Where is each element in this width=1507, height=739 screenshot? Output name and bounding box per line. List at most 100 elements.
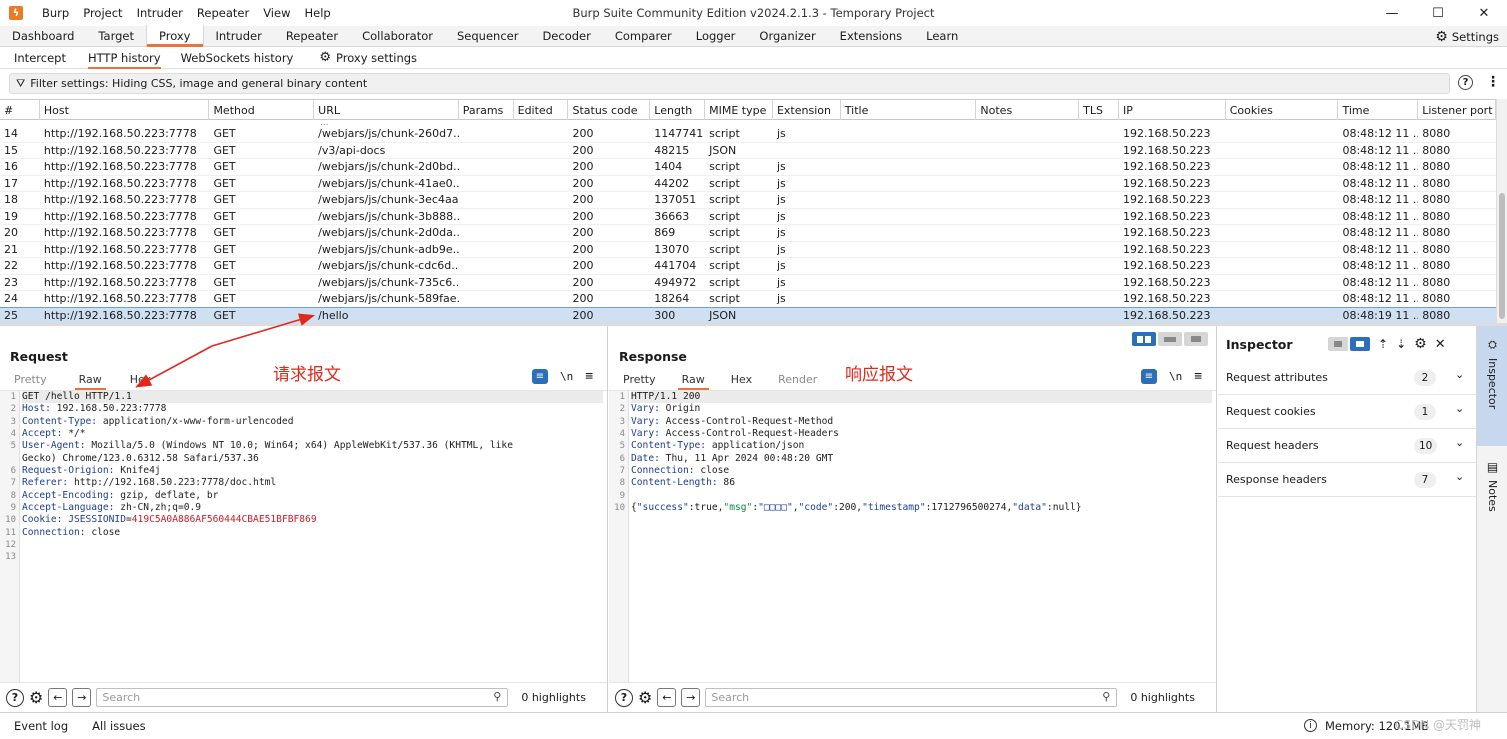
menu-view[interactable]: View [256, 6, 297, 20]
table-row[interactable]: 22 http://192.168.50.223:7778 GET/webjars/… [0, 258, 1496, 275]
response-tab-raw[interactable]: Raw [674, 370, 713, 390]
tab-collaborator[interactable]: Collaborator [350, 25, 445, 46]
inspector-request-headers[interactable]: Request headers 10 ⌄ [1218, 429, 1476, 463]
request-tab-pretty[interactable]: Pretty [6, 370, 55, 388]
settings-button[interactable]: ⚙ Settings [1435, 29, 1499, 45]
gear-icon[interactable]: ⚙ [1414, 336, 1427, 352]
event-log-button[interactable]: Event log [14, 719, 68, 733]
column-header[interactable]: Length [650, 100, 706, 120]
table-row[interactable]: 21 http://192.168.50.223:7778 GET/webjars/… [0, 242, 1496, 258]
request-tab-raw[interactable]: Raw [71, 370, 110, 390]
inspector-layout-icon[interactable] [1328, 337, 1348, 351]
table-row[interactable]: 23 http://192.168.50.223:7778 GET/webjars/… [0, 275, 1496, 291]
table-row[interactable]: 25 http://192.168.50.223:7778 GET/hello 200… [0, 306, 1496, 323]
chevron-down-icon[interactable]: ⌄ [1455, 436, 1464, 449]
forward-arrow-icon[interactable]: → [72, 688, 92, 707]
more-options-icon[interactable]: ⋮ [1486, 74, 1500, 90]
tab-decoder[interactable]: Decoder [530, 25, 602, 46]
forward-arrow-icon[interactable]: → [681, 688, 701, 707]
table-row[interactable]: 16 http://192.168.50.223:7778 GET/webjars/… [0, 159, 1496, 176]
tab-websockets-history[interactable]: WebSockets history [173, 47, 302, 69]
table-scrollbar[interactable] [1496, 99, 1507, 323]
back-arrow-icon[interactable]: ← [657, 688, 677, 707]
response-tab-render[interactable]: Render [770, 370, 825, 388]
search-input[interactable]: Search ⚲ [96, 688, 509, 707]
response-raw-text[interactable]: HTTP/1.1 200 Vary: Origin Vary: Access-Con… [631, 391, 1212, 514]
column-header[interactable]: Extension [773, 100, 841, 120]
tab-intruder[interactable]: Intruder [204, 25, 274, 46]
filter-bar[interactable]: ⛛ Filter settings: Hiding CSS, image and… [9, 73, 1450, 94]
sidebar-tab-notes[interactable]: ▤ Notes [1477, 454, 1507, 534]
sidebar-tab-inspector[interactable]: ⛭ Inspector [1477, 326, 1507, 446]
table-row[interactable]: 24 http://192.168.50.223:7778 GET/webjars/… [0, 291, 1496, 308]
search-input[interactable]: Search ⚲ [705, 688, 1118, 707]
column-header[interactable]: Edited [514, 100, 569, 120]
help-icon[interactable]: ? [615, 688, 633, 707]
newline-toggle-icon[interactable]: \n [1169, 370, 1182, 383]
close-icon[interactable]: ✕ [1435, 337, 1446, 352]
tab-dashboard[interactable]: Dashboard [0, 25, 86, 46]
table-row[interactable]: 18 http://192.168.50.223:7778 GET/webjars/… [0, 192, 1496, 209]
hamburger-menu-icon[interactable]: ≡ [1194, 369, 1202, 384]
request-editor[interactable]: 1 2 3 4 5 6 7 8 9 10 11 12 13 GET /hello HTTP/1.1 Hos… [0, 390, 607, 682]
table-row[interactable]: 19 http://192.168.50.223:7778 GET/webjars/… [0, 209, 1496, 225]
response-tab-pretty[interactable]: Pretty [615, 370, 664, 388]
scrollbar-thumb[interactable] [1499, 193, 1505, 319]
column-header[interactable]: Status code [568, 100, 651, 120]
newline-toggle-icon[interactable]: \n [560, 370, 573, 383]
column-header[interactable]: Method [209, 100, 315, 120]
inspector-request-cookies[interactable]: Request cookies 1 ⌄ [1218, 395, 1476, 429]
menu-burp[interactable]: Burp [35, 6, 76, 20]
all-issues-button[interactable]: All issues [92, 719, 145, 733]
chevron-down-icon[interactable]: ⌄ [1455, 470, 1464, 483]
column-header[interactable]: URL [314, 100, 459, 120]
column-header[interactable]: TLS [1079, 100, 1120, 120]
layout-side-by-side-icon[interactable] [1132, 332, 1156, 346]
column-header[interactable]: MIME type [705, 100, 773, 120]
column-header[interactable]: IP [1119, 100, 1226, 120]
request-tab-hex[interactable]: Hex [122, 370, 159, 388]
maximize-button[interactable]: ☐ [1415, 0, 1461, 26]
request-raw-text[interactable]: GET /hello HTTP/1.1 Host: 192.168.50.223:… [22, 391, 603, 564]
menu-intruder[interactable]: Intruder [130, 6, 190, 20]
inspector-layout-active-icon[interactable] [1350, 337, 1370, 351]
column-header[interactable]: Listener port [1418, 100, 1496, 120]
proxy-settings-button[interactable]: ⚙ Proxy settings [311, 47, 425, 69]
inspector-response-headers[interactable]: Response headers 7 ⌄ [1218, 463, 1476, 497]
tab-intercept[interactable]: Intercept [6, 47, 74, 69]
menu-repeater[interactable]: Repeater [190, 6, 256, 20]
table-row[interactable]: 17 http://192.168.50.223:7778 GET/webjars/… [0, 176, 1496, 192]
chevron-down-icon[interactable]: ⌄ [1455, 402, 1464, 415]
expand-all-icon[interactable]: ⇣ [1396, 337, 1406, 351]
table-row[interactable]: 20 http://192.168.50.223:7778 GET/webjars/… [0, 225, 1496, 242]
tab-proxy[interactable]: Proxy [145, 25, 204, 47]
tab-target[interactable]: Target [86, 25, 146, 46]
menu-project[interactable]: Project [76, 6, 129, 20]
tab-logger[interactable]: Logger [684, 25, 748, 46]
tab-http-history[interactable]: HTTP history [80, 47, 169, 69]
word-wrap-icon[interactable]: ≡ [532, 369, 548, 384]
hamburger-menu-icon[interactable]: ≡ [585, 369, 593, 384]
tab-repeater[interactable]: Repeater [274, 25, 350, 46]
help-icon[interactable]: ? [6, 688, 24, 707]
gear-icon[interactable]: ⚙ [29, 688, 43, 707]
column-header[interactable]: Host [40, 100, 210, 120]
minimize-button[interactable]: — [1369, 0, 1415, 26]
layout-stacked-icon[interactable] [1158, 332, 1182, 346]
collapse-all-icon[interactable]: ⇡ [1378, 337, 1388, 351]
tab-extensions[interactable]: Extensions [828, 25, 914, 46]
tab-organizer[interactable]: Organizer [747, 25, 827, 46]
table-row[interactable]: 14 http://192.168.50.223:7778 GET/webjars/… [0, 126, 1496, 143]
tab-learn[interactable]: Learn [914, 25, 970, 46]
response-tab-hex[interactable]: Hex [723, 370, 760, 388]
chevron-down-icon[interactable]: ⌄ [1455, 368, 1464, 381]
table-row[interactable]: 15 http://192.168.50.223:7778 GET/v3/api-d… [0, 143, 1496, 159]
column-header[interactable]: Time [1338, 100, 1419, 120]
column-header[interactable]: Notes [976, 100, 1080, 120]
column-header[interactable]: # [0, 100, 40, 120]
column-header[interactable]: Params [459, 100, 514, 120]
gear-icon[interactable]: ⚙ [638, 688, 652, 707]
back-arrow-icon[interactable]: ← [48, 688, 68, 707]
column-header[interactable]: Cookies [1226, 100, 1339, 120]
response-editor[interactable]: 1 2 3 4 5 6 7 8 9 10 HTTP/1.1 200 Vary: Origin Vary… [609, 390, 1216, 682]
